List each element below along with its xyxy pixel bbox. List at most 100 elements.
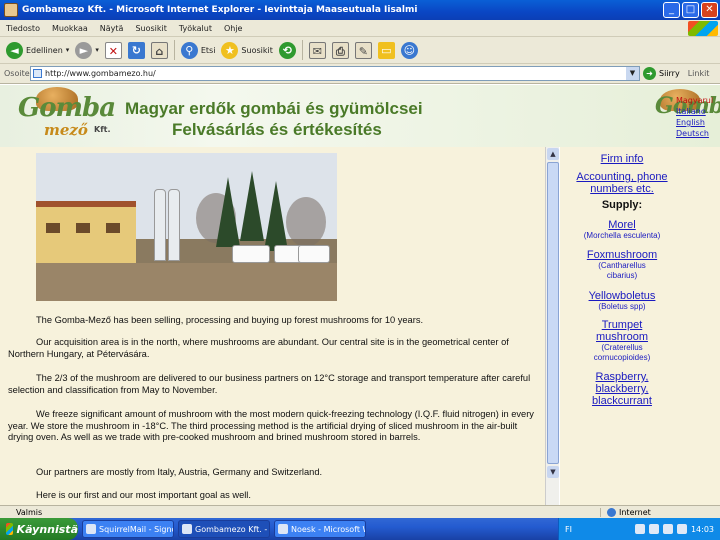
favorites-button[interactable]: ★ Suosikit [221, 41, 273, 59]
van [298, 245, 330, 263]
messenger-button[interactable]: ☺ [400, 41, 418, 59]
taskbar: Käynnistä SquirrelMail - Signout... Gomb… [0, 518, 720, 540]
stop-button[interactable]: ✕ [104, 41, 122, 59]
print-button[interactable]: ⎙ [331, 41, 349, 59]
input-language[interactable]: FI [565, 525, 572, 534]
address-url: http://www.gombamezo.hu/ [45, 69, 156, 78]
maximize-button[interactable]: □ [682, 2, 699, 18]
back-button[interactable]: ◄ Edellinen ▾ [6, 41, 70, 59]
stop-icon: ✕ [104, 41, 122, 59]
go-arrow-icon: ➜ [643, 67, 656, 80]
globe-icon [607, 507, 616, 517]
go-button[interactable]: ➜ Siirry [643, 67, 680, 80]
language-links: Magyarul Italiano English Deutsch [676, 95, 713, 139]
web-page: Gomba mező Kft. Magyar erdők gombái és g… [0, 85, 720, 505]
menu-file[interactable]: Tiedosto [0, 24, 46, 33]
taskbar-item-gombamezo[interactable]: Gombamezo Kft. - Mic... [178, 520, 270, 538]
forward-button[interactable]: ► ▾ [75, 41, 99, 59]
system-tray: FI 14:03 [558, 518, 720, 540]
paragraph: We freeze significant amount of mushroom… [8, 409, 534, 442]
sidebar-item-trumpet[interactable]: Trumpet [570, 319, 674, 331]
morel-latin[interactable]: (Morchella esculenta) [570, 231, 674, 241]
refresh-button[interactable]: ↻ [127, 41, 145, 59]
scroll-down-arrow-icon[interactable]: ▼ [547, 466, 559, 478]
window-title: Gombamezo Kft. - Microsoft Internet Expl… [22, 5, 418, 15]
lang-german[interactable]: Deutsch [676, 128, 713, 139]
menu-favorites[interactable]: Suosikit [129, 24, 172, 33]
search-label: Etsi [200, 45, 216, 55]
address-input[interactable]: http://www.gombamezo.hu/ ▼ [30, 66, 640, 81]
site-logo: Gomba [18, 93, 116, 123]
edit-button[interactable]: ✎ [354, 41, 372, 59]
banner-title: Magyar erdők gombái és gyümölcsei [125, 99, 423, 118]
folder-button[interactable]: ▭ [377, 41, 395, 59]
task-label: SquirrelMail - Signout... [99, 524, 173, 534]
taskbar-item-word[interactable]: Noesk - Microsoft Word [274, 520, 366, 538]
refresh-icon: ↻ [127, 41, 145, 59]
mail-button[interactable]: ✉ [308, 41, 326, 59]
links-button[interactable]: Linkit [688, 69, 710, 78]
fox-latin-2[interactable]: cibarius) [570, 271, 674, 281]
start-button[interactable]: Käynnistä [0, 518, 78, 540]
sidebar-item-morel[interactable]: Morel [570, 219, 674, 231]
trumpet-latin-2[interactable]: cornucopioides) [570, 353, 674, 363]
windows-logo-icon [688, 20, 718, 36]
sidebar-item-trumpet-2[interactable]: mushroom [570, 331, 674, 343]
printer-icon: ⎙ [331, 41, 349, 59]
sidebar-item-blackberry[interactable]: blackberry, [570, 383, 674, 395]
chevron-down-icon: ▾ [65, 46, 70, 54]
tray-icon[interactable] [634, 524, 645, 534]
tray-icon[interactable] [676, 524, 687, 534]
sidebar-item-blackcurrant[interactable]: blackcurrant [570, 395, 674, 407]
sidebar-item-accounting[interactable]: Accounting, phone [570, 171, 674, 183]
lang-italian[interactable]: Italiano [676, 106, 713, 117]
sidebar-item-raspberry[interactable]: Raspberry, [570, 371, 674, 383]
window [76, 223, 90, 233]
taskbar-item-squirrelmail[interactable]: SquirrelMail - Signout... [82, 520, 174, 538]
boletus-latin[interactable]: (Boletus spp) [570, 302, 674, 312]
vertical-scrollbar[interactable]: ▲ ▼ [545, 147, 559, 505]
road [36, 263, 337, 301]
scroll-up-arrow-icon[interactable]: ▲ [547, 148, 559, 160]
lang-english[interactable]: English [676, 117, 713, 128]
chevron-down-icon[interactable]: ▼ [626, 67, 639, 80]
menu-edit[interactable]: Muokkaa [46, 24, 94, 33]
sidebar-item-foxmushroom[interactable]: Foxmushroom [570, 249, 674, 261]
tray-icon[interactable] [662, 524, 673, 534]
browser-icon [182, 524, 192, 534]
title-bar: Gombamezo Kft. - Microsoft Internet Expl… [0, 0, 720, 20]
lang-hungarian[interactable]: Magyarul [676, 95, 713, 106]
sidebar-item-firm-info[interactable]: Firm info [570, 153, 674, 165]
home-icon: ⌂ [150, 41, 168, 59]
ie-page-icon [4, 3, 18, 17]
clock: 14:03 [690, 524, 714, 534]
history-button[interactable]: ⟲ [278, 41, 296, 59]
task-label: Gombamezo Kft. - Mic... [195, 524, 269, 534]
minimize-button[interactable]: _ [663, 2, 680, 18]
silo [168, 189, 180, 261]
search-button[interactable]: ⚲ Etsi [180, 41, 216, 59]
star-icon: ★ [221, 41, 239, 59]
menu-tools[interactable]: Työkalut [173, 24, 218, 33]
history-icon: ⟲ [278, 41, 296, 59]
home-button[interactable]: ⌂ [150, 41, 168, 59]
toolbar-divider [301, 40, 303, 60]
tree [286, 197, 326, 247]
sidebar-item-accounting-line2[interactable]: numbers etc. [570, 183, 674, 195]
mail-icon: ✉ [308, 41, 326, 59]
folder-icon: ▭ [377, 41, 395, 59]
fox-latin-1[interactable]: (Cantharellus [570, 261, 674, 271]
banner-subtitle: Felvásárlás és értékesítés [172, 120, 382, 139]
sidebar-item-yellowboletus[interactable]: Yellowboletus [570, 290, 674, 302]
tray-icon[interactable] [648, 524, 659, 534]
scrollbar-thumb[interactable] [547, 162, 559, 464]
menu-view[interactable]: Näytä [94, 24, 130, 33]
close-button[interactable]: ✕ [701, 2, 718, 18]
menu-help[interactable]: Ohje [218, 24, 249, 33]
edit-icon: ✎ [354, 41, 372, 59]
tree [216, 177, 240, 247]
task-label: Noesk - Microsoft Word [291, 524, 365, 534]
word-icon [278, 524, 288, 534]
trumpet-latin-1[interactable]: (Craterellus [570, 343, 674, 353]
van [232, 245, 270, 263]
